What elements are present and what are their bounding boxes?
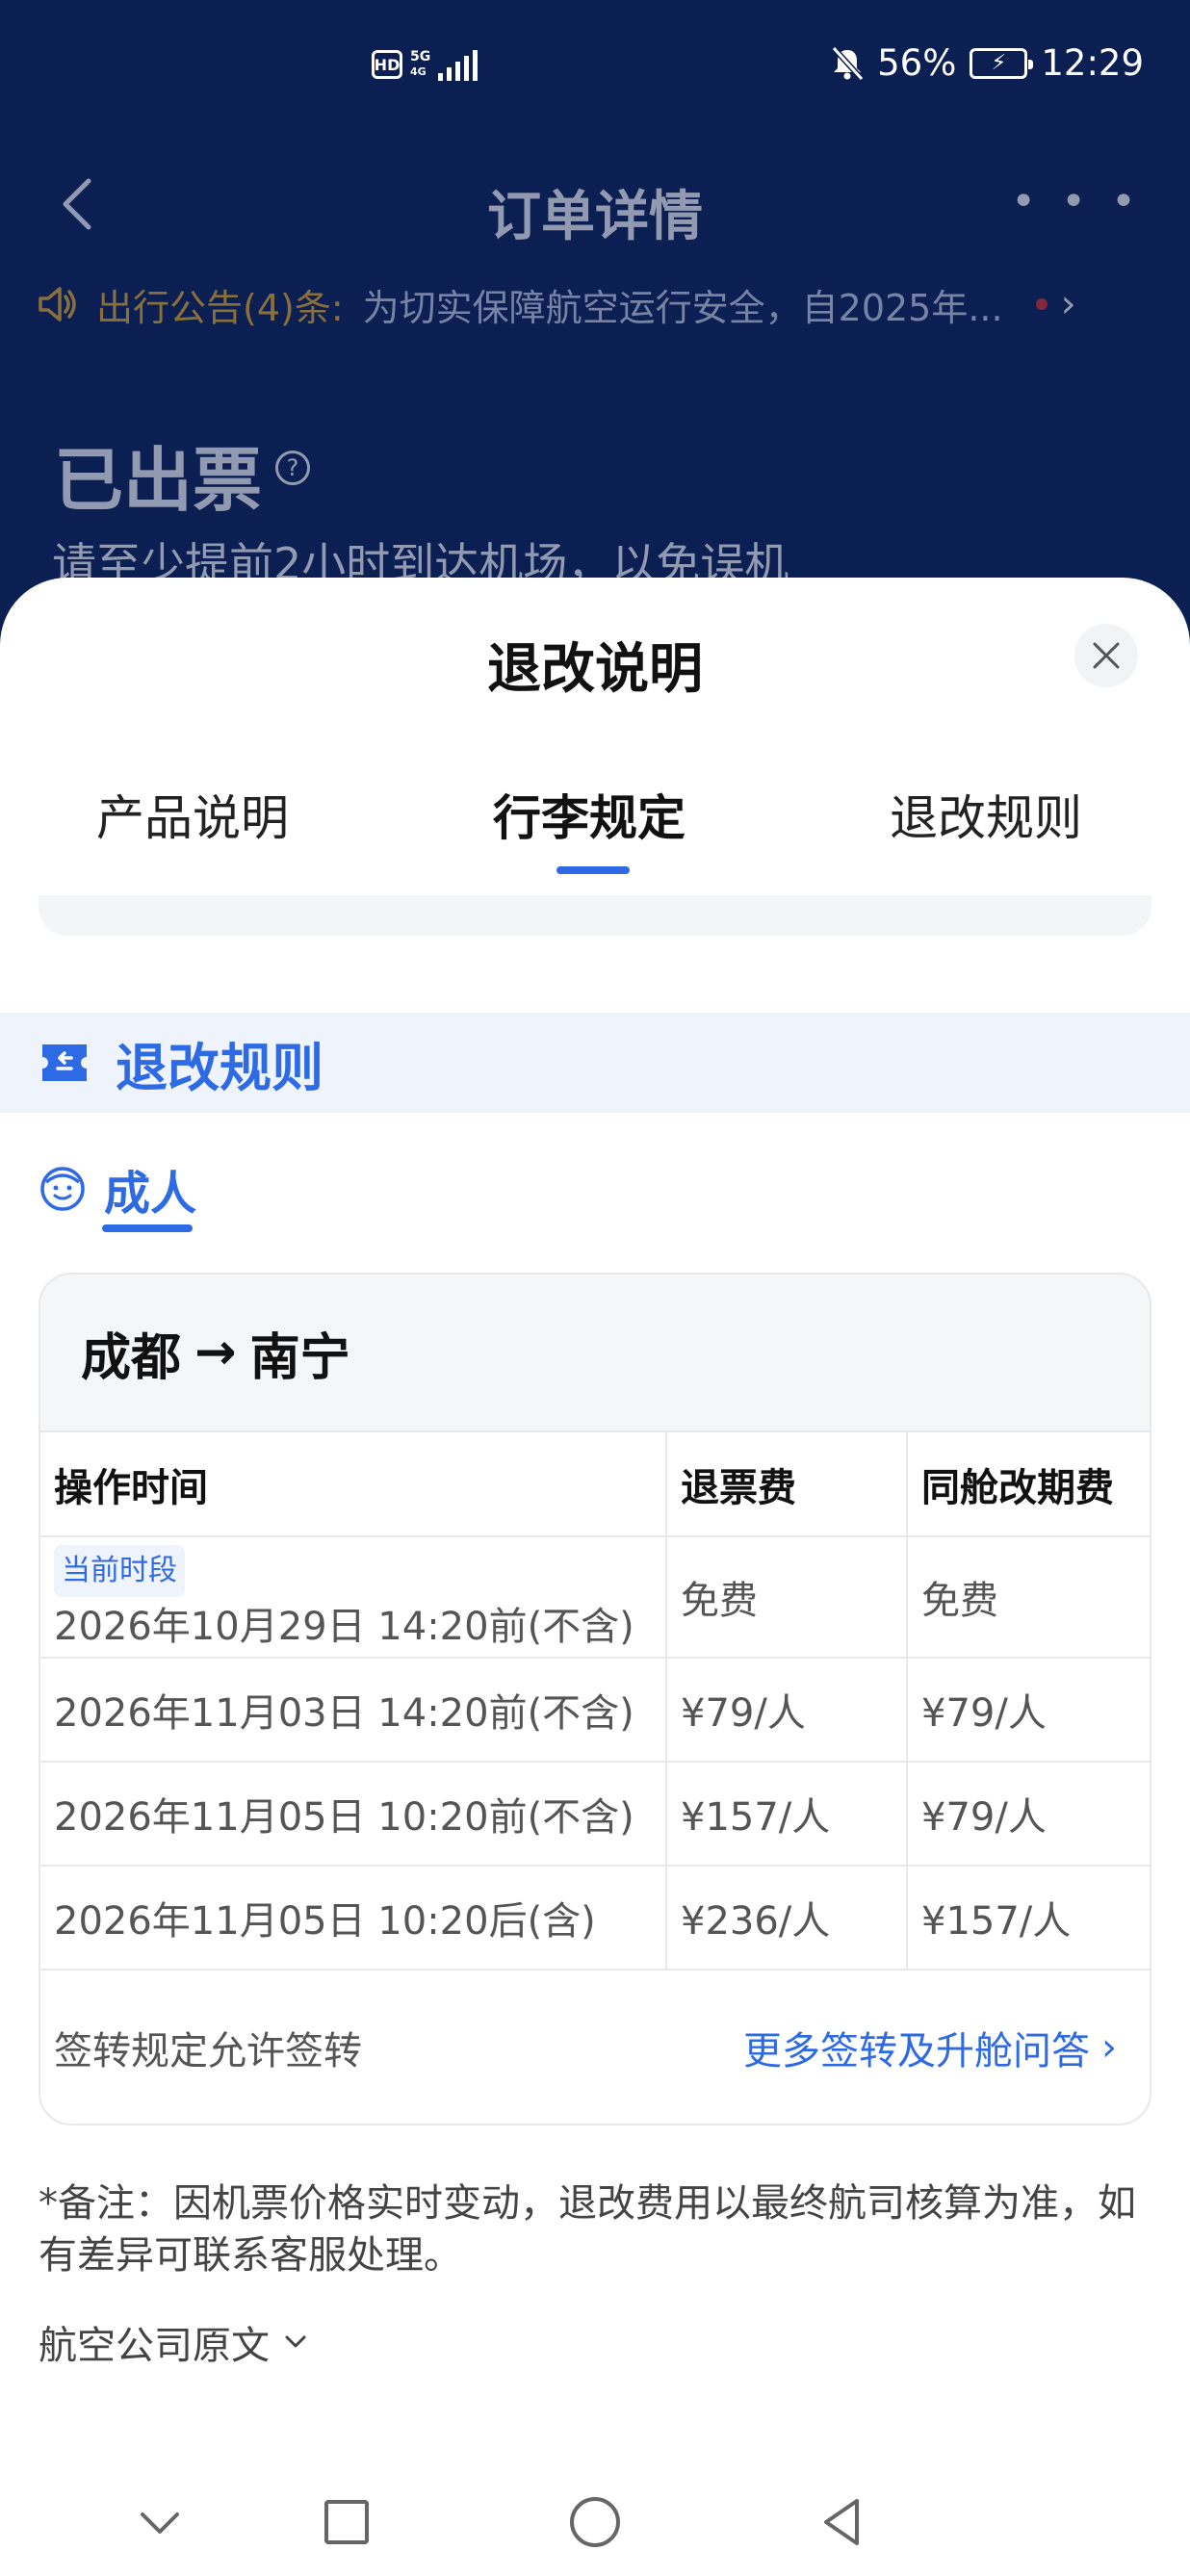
time-text: 2026年10月29日 14:20前(不含) [54, 1605, 634, 1649]
mute-bell-icon [831, 45, 865, 81]
tab-baggage-rules[interactable]: 行李规定 [493, 780, 686, 849]
hide-keyboard-chevron-icon[interactable] [131, 2493, 189, 2551]
refund-fee-cell: 免费 [666, 1536, 908, 1659]
time-cell: 2026年11月05日 10:20前(不含) [40, 1762, 667, 1867]
time-cell: 2026年11月03日 14:20前(不含) [40, 1658, 667, 1763]
chevron-down-icon [285, 2335, 306, 2348]
more-endorse-faq-label: 更多签转及升舱问答 [743, 2029, 1090, 2074]
sheet-tabs: 产品说明 行李规定 退改规则 [0, 780, 1190, 886]
refund-fee-cell: ¥236/人 [666, 1866, 908, 1971]
section-title: 退改规则 [116, 1037, 323, 1098]
network-sub-label: 4G [410, 65, 427, 78]
passenger-tab-indicator [102, 1224, 193, 1232]
route-origin: 成都 [81, 1328, 182, 1387]
more-options-icon[interactable]: • • • [1011, 177, 1142, 226]
refund-fee-cell: ¥157/人 [666, 1762, 908, 1867]
rule-card-footer: 签转规定允许签转 更多签转及升舱问答 › [40, 1971, 1150, 2124]
column-header-time: 操作时间 [40, 1432, 667, 1537]
table-row: 2026年11月03日 14:20前(不含) ¥79/人 ¥79/人 [40, 1658, 1150, 1763]
close-icon [1093, 642, 1120, 669]
active-tab-indicator [556, 866, 630, 874]
tab-refund-rules[interactable]: 退改规则 [890, 780, 1082, 849]
network-label: 5G [410, 49, 431, 64]
more-endorse-faq-link[interactable]: 更多签转及升舱问答 › [743, 2020, 1117, 2075]
route-destination: 南宁 [249, 1328, 350, 1387]
back-triangle-icon[interactable] [813, 2493, 870, 2551]
battery-charging-icon: ⚡ [970, 47, 1034, 79]
table-header-row: 操作时间 退票费 同舱改期费 [40, 1432, 1150, 1537]
passenger-type-label: 成人 [104, 1167, 197, 1221]
change-fee-cell: ¥157/人 [907, 1866, 1150, 1971]
status-bar: HD 5G 4G 56% ⚡ 12:29 [0, 0, 1190, 135]
refund-rule-card: 成都 → 南宁 操作时间 退票费 同舱改期费 当前时段 2026年10月29日 … [39, 1273, 1151, 2125]
change-fee-cell: ¥79/人 [907, 1762, 1150, 1867]
notice-label: 出行公告(4)条: [96, 286, 344, 329]
notice-unread-dot [1035, 298, 1048, 310]
recent-apps-icon[interactable] [318, 2493, 375, 2551]
refund-change-sheet: 退改说明 产品说明 行李规定 退改规则 退改规则 成人 成都 → 南宁 操作时间… [0, 578, 1190, 2576]
sheet-title: 退改说明 [487, 638, 703, 701]
route-header: 成都 → 南宁 [40, 1275, 1150, 1432]
system-navigation-bar [0, 2464, 1190, 2576]
order-detail-page: 订单详情 • • • 出行公告(4)条: 为切实保障航空运行安全，自2025年.… [0, 135, 1190, 590]
adult-face-icon [40, 1167, 85, 1211]
refund-fee-cell: ¥79/人 [666, 1658, 908, 1763]
table-row: 当前时段 2026年10月29日 14:20前(不含) 免费 免费 [40, 1536, 1150, 1659]
battery-percent: 56% [877, 42, 957, 84]
column-header-refund: 退票费 [666, 1432, 908, 1537]
close-button[interactable] [1074, 624, 1138, 687]
clock: 12:29 [1041, 42, 1144, 84]
time-cell: 2026年11月05日 10:20后(含) [40, 1866, 667, 1971]
passenger-type-tab[interactable]: 成人 [39, 1155, 196, 1223]
remark-note: *备注：因机票价格实时变动，退改费用以最终航司核算为准，如有差异可联系客服处理。 [39, 2181, 1136, 2278]
airline-original-label: 航空公司原文 [39, 2324, 270, 2368]
current-period-badge: 当前时段 [54, 1545, 185, 1597]
time-cell: 当前时段 2026年10月29日 14:20前(不含) [40, 1536, 667, 1659]
refund-rules-section-header: 退改规则 [0, 1013, 1190, 1113]
route-arrow-icon: → [194, 1324, 237, 1381]
speaker-icon [39, 287, 76, 322]
chevron-right-icon: › [1060, 282, 1076, 326]
travel-notice-bar[interactable]: 出行公告(4)条: 为切实保障航空运行安全，自2025年... › [37, 275, 1153, 333]
change-fee-cell: ¥79/人 [907, 1658, 1150, 1763]
table-row: 2026年11月05日 10:20前(不含) ¥157/人 ¥79/人 [40, 1762, 1150, 1867]
status-right: 56% ⚡ 12:29 [831, 42, 1144, 84]
home-icon[interactable] [566, 2493, 624, 2551]
baggage-card-bottom [39, 895, 1151, 936]
network-type: 5G 4G [410, 50, 430, 79]
change-fee-cell: 免费 [907, 1536, 1150, 1659]
ticket-return-icon [42, 1044, 87, 1081]
column-header-change: 同舱改期费 [907, 1432, 1150, 1537]
airline-original-toggle[interactable]: 航空公司原文 [39, 2314, 308, 2370]
endorse-rule-text: 签转规定允许签转 [54, 2029, 362, 2074]
tab-product-info[interactable]: 产品说明 [96, 780, 289, 849]
chevron-right-icon: › [1101, 2025, 1117, 2070]
fee-table: 操作时间 退票费 同舱改期费 当前时段 2026年10月29日 14:20前(不… [40, 1432, 1150, 1971]
notice-text: 为切实保障航空运行安全，自2025年... [362, 286, 1003, 329]
table-row: 2026年11月05日 10:20后(含) ¥236/人 ¥157/人 [40, 1866, 1150, 1971]
help-icon[interactable]: ? [275, 451, 310, 485]
hd-badge: HD [372, 50, 402, 79]
ticket-status: 已出票 [54, 440, 263, 521]
signal-icon [438, 48, 479, 81]
network-indicators: HD 5G 4G [372, 48, 479, 81]
